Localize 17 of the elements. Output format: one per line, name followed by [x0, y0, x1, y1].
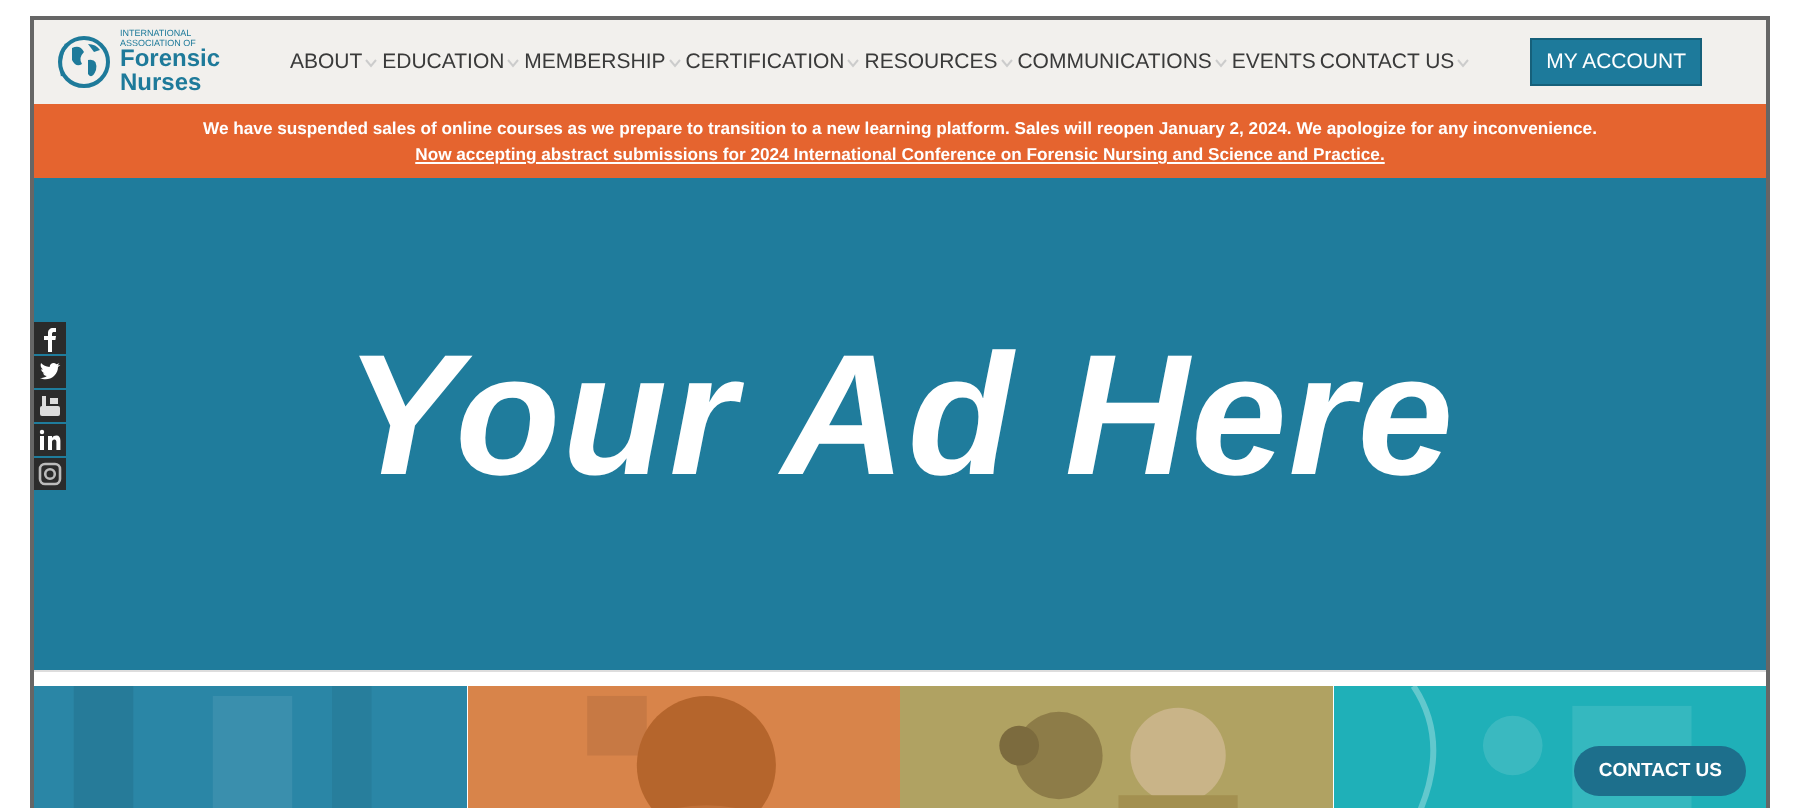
nav-link[interactable]: MEMBERSHIP — [524, 50, 682, 74]
linkedin-icon[interactable] — [34, 424, 66, 456]
ad-headline: Your Ad Here — [344, 317, 1456, 515]
nav-link[interactable]: COMMUNICATIONS — [1017, 50, 1228, 74]
nav-link[interactable]: CERTIFICATION — [685, 50, 861, 74]
logo-text: Nurses — [120, 71, 204, 94]
contact-us-button[interactable]: CONTACT US — [1574, 746, 1746, 796]
globe-logo-icon — [54, 32, 114, 92]
logo-text: Forensic — [120, 48, 221, 71]
instagram-icon[interactable] — [34, 458, 66, 490]
my-account-button[interactable]: MY ACCOUNT — [1530, 38, 1702, 86]
nav-link[interactable]: CONTACT US — [1319, 50, 1471, 74]
notice-text: We have suspended sales of online courses as we prepare to transition to a new learning platform. Sales will reopen January 2, 2024. We apologize for any inconvenience. — [201, 116, 1599, 142]
nav-link[interactable]: EDUCATION — [382, 50, 521, 74]
nav-link[interactable]: EVENTS — [1231, 50, 1316, 74]
nav-link[interactable]: ABOUT — [290, 50, 379, 74]
nav-link[interactable]: RESOURCES — [864, 50, 1014, 74]
